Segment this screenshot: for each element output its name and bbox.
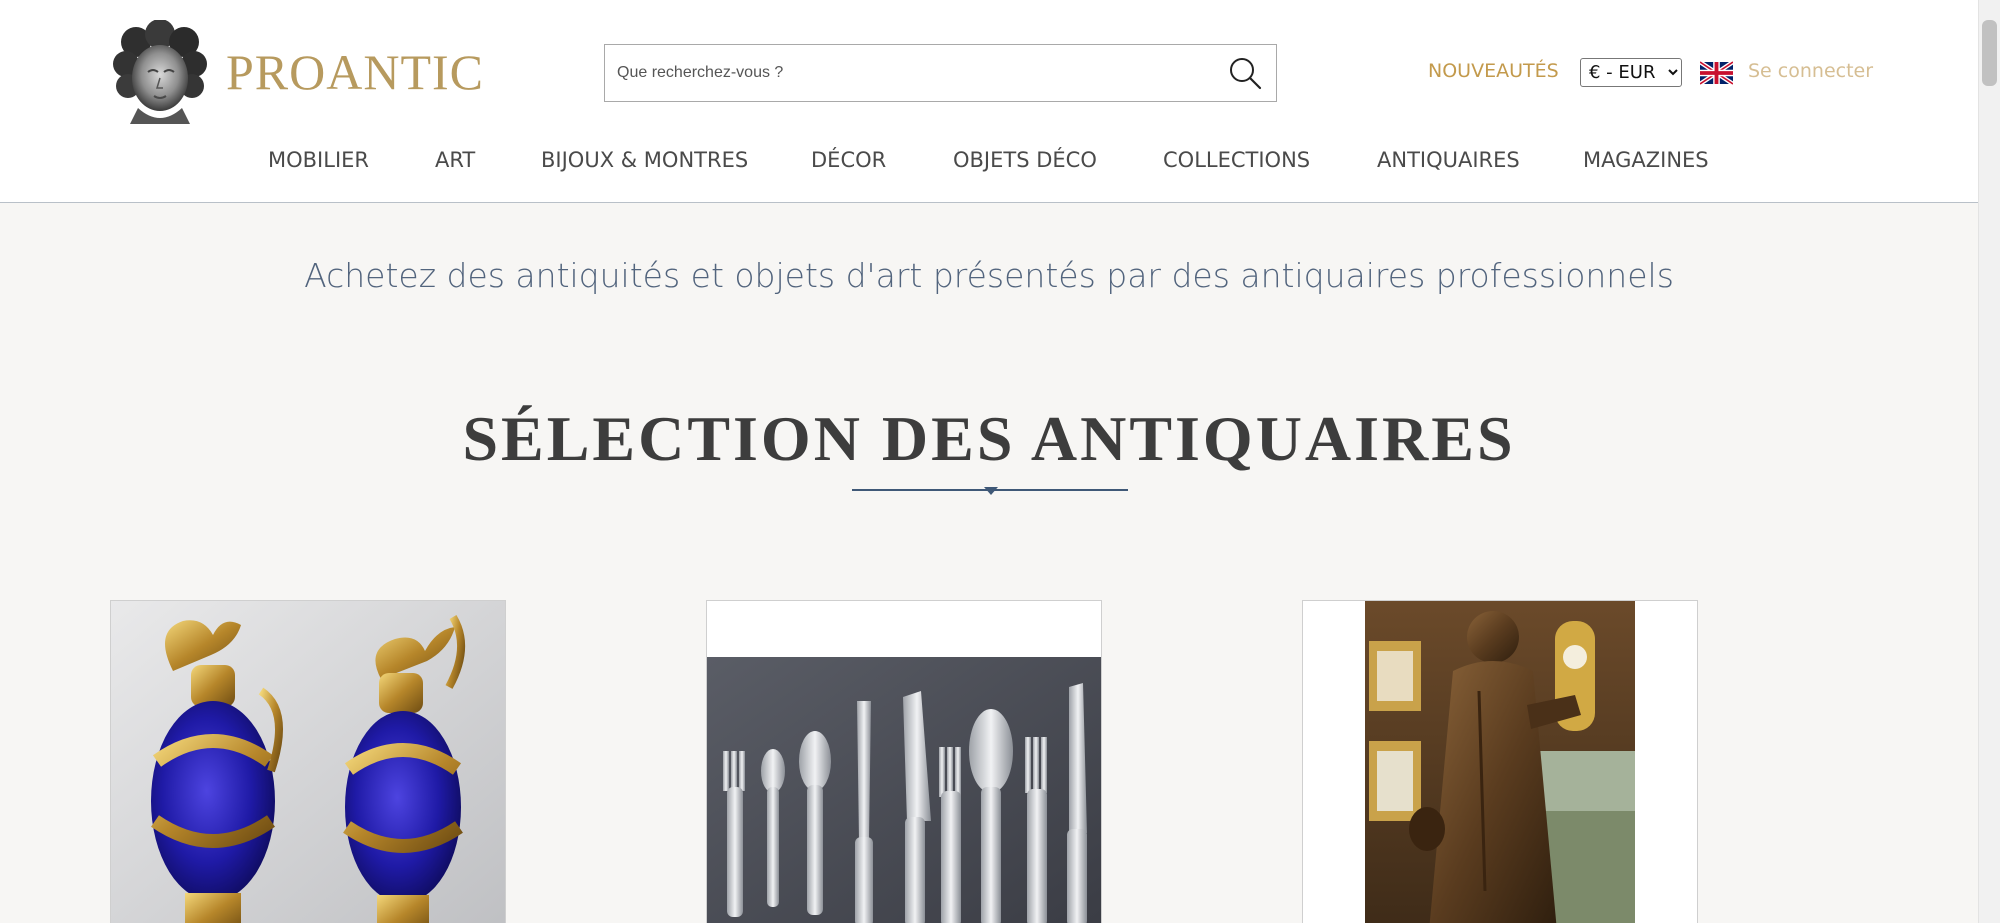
product-image-cutlery — [707, 601, 1101, 923]
nav-item-collections[interactable]: COLLECTIONS — [1163, 148, 1310, 172]
main-nav: MOBILIER ART BIJOUX & MONTRES DÉCOR OBJE… — [0, 148, 1978, 178]
site-header: PROANTIC NOUVEAUTÉS € - EUR Se connecter — [0, 0, 1978, 203]
nav-item-objets-deco[interactable]: OBJETS DÉCO — [953, 148, 1097, 172]
nav-item-art[interactable]: ART — [435, 148, 475, 172]
search-bar — [604, 44, 1277, 102]
product-image-ewers — [111, 601, 505, 923]
product-card-ewers[interactable] — [110, 600, 506, 923]
page: PROANTIC NOUVEAUTÉS € - EUR Se connecter — [0, 0, 1978, 923]
title-divider-ornament — [984, 487, 998, 495]
search-button[interactable] — [1214, 45, 1276, 101]
scrollbar-thumb[interactable] — [1982, 20, 1997, 86]
logo-link[interactable]: PROANTIC — [110, 18, 484, 126]
search-input[interactable] — [605, 45, 1214, 101]
currency-select[interactable]: € - EUR — [1580, 58, 1682, 87]
product-card-cutlery[interactable] — [706, 600, 1102, 923]
cherub-bust-logo — [113, 20, 207, 124]
search-icon — [1230, 58, 1262, 90]
nav-item-decor[interactable]: DÉCOR — [811, 148, 886, 172]
uk-flag-icon[interactable] — [1700, 61, 1733, 85]
nav-item-magazines[interactable]: MAGAZINES — [1583, 148, 1709, 172]
section-title: SÉLECTION DES ANTIQUAIRES — [462, 403, 1516, 474]
nav-item-mobilier[interactable]: MOBILIER — [268, 148, 369, 172]
nav-item-antiquaires[interactable]: ANTIQUAIRES — [1377, 148, 1520, 172]
product-image-statue — [1303, 601, 1697, 923]
login-link[interactable]: Se connecter — [1748, 60, 1873, 82]
new-arrivals-link[interactable]: NOUVEAUTÉS — [1428, 60, 1559, 82]
vertical-scrollbar[interactable] — [1978, 0, 2000, 923]
page-tagline: Achetez des antiquités et objets d'art p… — [304, 256, 1674, 295]
brand-name: PROANTIC — [226, 44, 485, 100]
nav-item-bijoux-montres[interactable]: BIJOUX & MONTRES — [541, 148, 748, 172]
product-card-statue[interactable] — [1302, 600, 1698, 923]
